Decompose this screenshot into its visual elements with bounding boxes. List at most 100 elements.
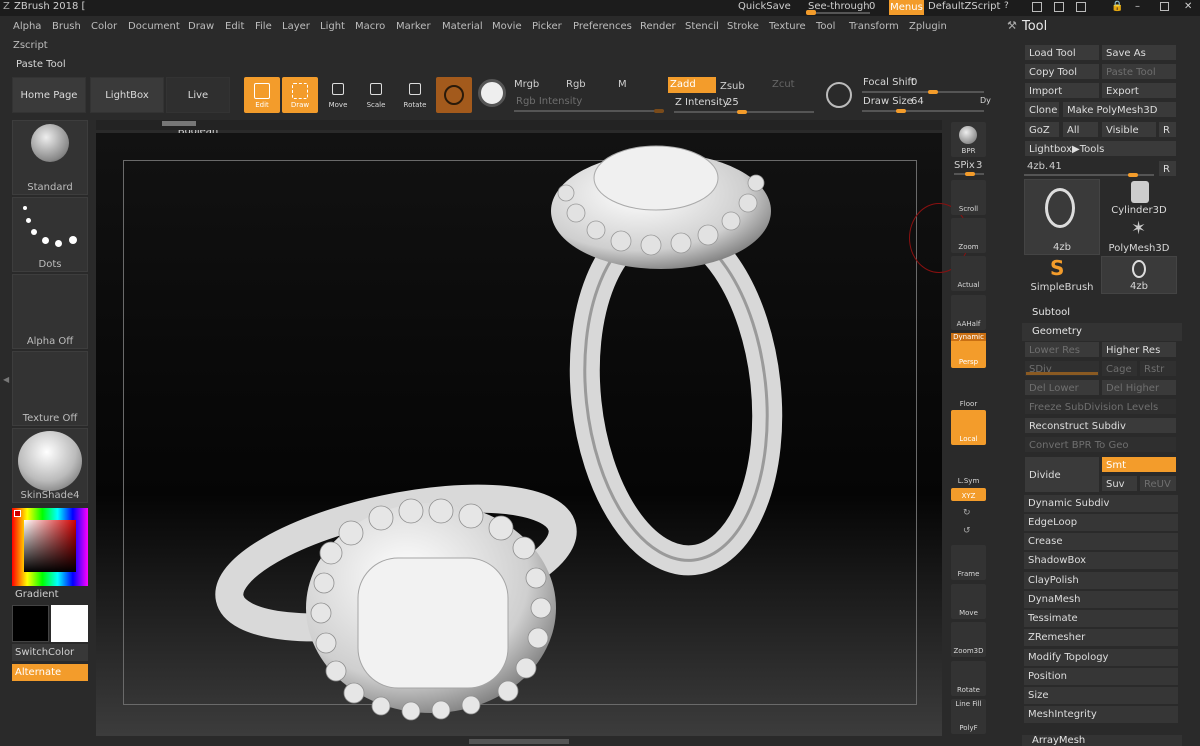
material-swatch[interactable] — [436, 77, 472, 113]
zoom-button[interactable]: Zoom — [951, 218, 986, 253]
menu-light[interactable]: Light — [320, 21, 345, 32]
load-tool-button[interactable]: Load Tool — [1024, 44, 1100, 61]
menu-picker[interactable]: Picker — [532, 21, 562, 32]
modify-topology-section[interactable]: Modify Topology — [1024, 649, 1178, 667]
rotate-y-icon[interactable]: ↻ — [963, 508, 971, 518]
paste-tool-label[interactable]: Paste Tool — [16, 59, 66, 70]
smt-toggle[interactable]: Smt — [1101, 456, 1177, 473]
restore-icon[interactable] — [1160, 2, 1169, 11]
menu-render[interactable]: Render — [640, 21, 676, 32]
menu-material[interactable]: Material — [442, 21, 483, 32]
main-color-swatch[interactable] — [51, 605, 88, 642]
canvas-scrollbar-bottom[interactable] — [469, 739, 569, 744]
copy-tool-button[interactable]: Copy Tool — [1024, 63, 1100, 80]
menu-brush[interactable]: Brush — [52, 21, 81, 32]
scale-button[interactable]: Scale — [358, 77, 394, 113]
polyf-button[interactable]: Line Fill PolyF — [951, 699, 986, 734]
edgeloop-section[interactable]: EdgeLoop — [1024, 514, 1178, 532]
zoom3d-button[interactable]: Zoom3D — [951, 622, 986, 657]
draw-button[interactable]: Draw — [282, 77, 318, 113]
dynamic-size-button[interactable]: Dy — [980, 96, 991, 108]
rotate-view-button[interactable]: Rotate — [951, 661, 986, 696]
menu-movie[interactable]: Movie — [492, 21, 522, 32]
tool-thumb-simplebrush[interactable]: S SimpleBrush — [1024, 256, 1100, 294]
layout3-icon[interactable] — [1076, 2, 1086, 12]
rgb-intensity-slider[interactable] — [514, 110, 664, 112]
layout2-icon[interactable] — [1054, 2, 1064, 12]
menu-macro[interactable]: Macro — [355, 21, 385, 32]
menu-edit[interactable]: Edit — [225, 21, 244, 32]
gradient-label[interactable]: Gradient — [15, 589, 59, 600]
rgb-button[interactable]: Rgb — [566, 77, 616, 93]
menu-document[interactable]: Document — [128, 21, 180, 32]
menu-marker[interactable]: Marker — [396, 21, 431, 32]
lower-res-button[interactable]: Lower Res — [1024, 341, 1100, 358]
tessimate-section[interactable]: Tessimate — [1024, 610, 1178, 628]
minimize-icon[interactable]: – — [1135, 1, 1140, 12]
tool-r-button[interactable]: R — [1158, 160, 1177, 177]
local-button[interactable]: Local — [951, 410, 986, 445]
tool-thumb-cylinder3d[interactable]: Cylinder3D — [1101, 179, 1177, 217]
rotate-z-icon[interactable]: ↺ — [963, 526, 971, 536]
mrgb-button[interactable]: Mrgb — [514, 77, 564, 93]
tool-thumb-polymesh3d[interactable]: ✶ PolyMesh3D — [1101, 218, 1177, 255]
close-icon[interactable]: ✕ — [1184, 1, 1192, 12]
menu-zplugin[interactable]: Zplugin — [909, 21, 947, 32]
actual-button[interactable]: Actual — [951, 256, 986, 291]
size-section[interactable]: Size — [1024, 687, 1178, 705]
reconstruct-subdiv-button[interactable]: Reconstruct Subdiv — [1024, 417, 1177, 434]
import-button[interactable]: Import — [1024, 82, 1100, 99]
alpha-selector[interactable]: Alpha Off — [12, 274, 88, 349]
higher-res-button[interactable]: Higher Res — [1101, 341, 1177, 358]
menu-file[interactable]: File — [255, 21, 272, 32]
menu-preferences[interactable]: Preferences — [573, 21, 632, 32]
all-button[interactable]: All — [1062, 121, 1099, 138]
goz-r-button[interactable]: R — [1158, 121, 1177, 138]
edit-button[interactable]: Edit — [244, 77, 280, 113]
rotate-button[interactable]: Rotate — [397, 77, 433, 113]
rgb-intensity-knob[interactable] — [654, 109, 664, 113]
tool-thumb-4zb-2[interactable]: 4zb — [1101, 256, 1177, 294]
zsub-button[interactable]: Zsub — [720, 79, 766, 95]
left-tray-toggle-icon[interactable]: ◀ — [3, 375, 9, 384]
z-intensity-knob[interactable] — [737, 110, 747, 114]
move-view-button[interactable]: Move — [951, 584, 986, 619]
export-button[interactable]: Export — [1101, 82, 1177, 99]
tool-slider-knob[interactable] — [1128, 173, 1138, 177]
switchcolor-button[interactable]: SwitchColor — [12, 644, 88, 661]
meshintegrity-section[interactable]: MeshIntegrity — [1024, 706, 1178, 724]
zadd-button[interactable]: Zadd — [668, 77, 716, 93]
spix-knob[interactable] — [965, 172, 975, 176]
move-button[interactable]: Move — [320, 77, 356, 113]
persp-button[interactable]: Dynamic Persp — [951, 333, 986, 368]
focal-shift-knob[interactable] — [928, 90, 938, 94]
stroke-yinyang-icon[interactable] — [478, 79, 506, 107]
canvas-scrollbar-top[interactable] — [96, 120, 942, 130]
divide-button[interactable]: Divide — [1024, 456, 1100, 493]
menu-stencil[interactable]: Stencil — [685, 21, 719, 32]
brush-selector[interactable]: Standard — [12, 120, 88, 195]
default-zscript-button[interactable]: DefaultZScript — [928, 1, 1000, 12]
menu-texture[interactable]: Texture — [769, 21, 806, 32]
xyz-button[interactable]: XYZ — [951, 488, 986, 501]
floor-button[interactable]: Floor — [951, 375, 986, 410]
lightbox-tools-button[interactable]: Lightbox▶Tools — [1024, 140, 1177, 157]
menu-alpha[interactable]: Alpha — [13, 21, 41, 32]
cage-button[interactable]: Cage — [1101, 360, 1138, 377]
home-page-button[interactable]: Home Page — [12, 77, 86, 113]
crease-section[interactable]: Crease — [1024, 533, 1178, 551]
lsym-button[interactable]: L.Sym — [951, 452, 986, 487]
material-selector[interactable]: SkinShade4 — [12, 428, 88, 503]
goz-button[interactable]: GoZ — [1024, 121, 1060, 138]
help-icon[interactable]: ? — [1004, 1, 1009, 11]
menu-zscript[interactable]: Zscript — [13, 40, 48, 51]
texture-selector[interactable]: Texture Off — [12, 351, 88, 426]
tool-palette-title[interactable]: Tool — [1022, 19, 1047, 34]
zcut-button[interactable]: Zcut — [772, 77, 812, 93]
shadowbox-section[interactable]: ShadowBox — [1024, 552, 1178, 570]
position-section[interactable]: Position — [1024, 668, 1178, 686]
quicksave-button[interactable]: QuickSave — [738, 1, 791, 12]
claypolish-section[interactable]: ClayPolish — [1024, 572, 1178, 590]
alternate-button[interactable]: Alternate — [12, 664, 88, 681]
convert-bpr-button[interactable]: Convert BPR To Geo — [1024, 436, 1177, 453]
